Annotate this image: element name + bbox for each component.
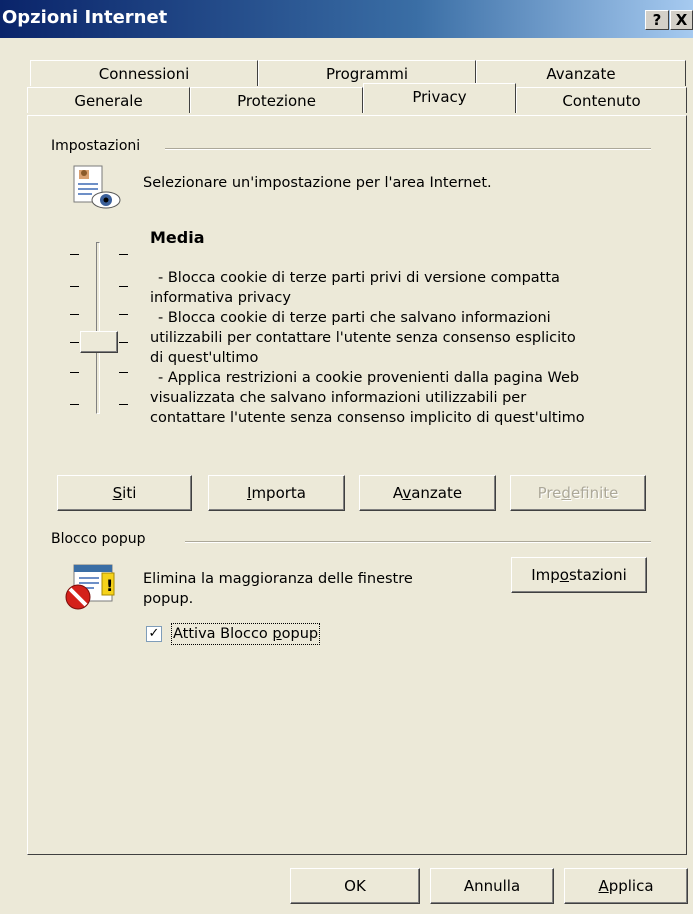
avanzate-button[interactable]: Avanzate [359, 475, 496, 511]
popup-settings-button[interactable]: Impostazioni [511, 557, 647, 593]
applica-button[interactable]: Applica [564, 868, 688, 904]
privacy-level-title: Media [150, 228, 205, 247]
importa-button[interactable]: Importa [208, 475, 345, 511]
privacy-level-description: - Blocca cookie di terze parti privi di … [150, 270, 585, 426]
popup-group-line [185, 541, 651, 543]
predefinite-button[interactable]: Predefinite [510, 475, 646, 511]
siti-button[interactable]: Siti [57, 475, 192, 511]
settings-group-line [165, 148, 651, 150]
privacy-document-icon [73, 165, 121, 209]
svg-text:!: ! [106, 576, 113, 595]
popup-blocker-checkbox[interactable]: ✓ [146, 626, 162, 642]
ok-button[interactable]: OK [290, 868, 420, 904]
privacy-slider-track[interactable] [96, 242, 100, 414]
internet-options-dialog: Opzioni Internet ? X Connessioni Program… [0, 0, 693, 914]
settings-group-label: Impostazioni [51, 138, 147, 154]
privacy-slider-thumb[interactable] [80, 331, 118, 353]
popup-blocker-icon: ! [65, 564, 115, 610]
popup-blocker-checkbox-label[interactable]: Attiva Blocco popup [170, 623, 321, 645]
annulla-button[interactable]: Annulla [430, 868, 554, 904]
popup-description: Elimina la maggioranza delle finestre po… [143, 571, 413, 607]
settings-intro-text: Selezionare un'impostazione per l'area I… [143, 175, 492, 191]
popup-group-label: Blocco popup [51, 531, 152, 547]
